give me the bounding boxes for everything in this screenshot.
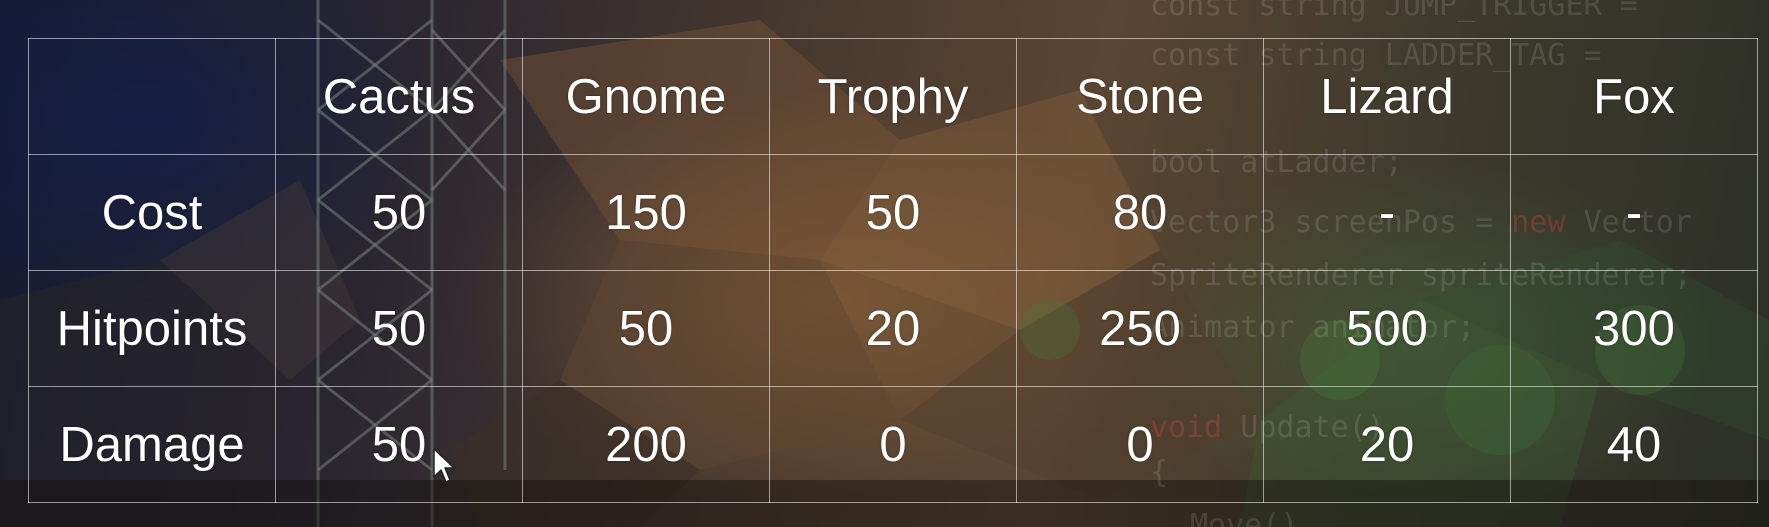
table-cell: 250 [1016, 270, 1264, 387]
table-cell: 0 [1016, 386, 1264, 503]
table-cell: 20 [1263, 386, 1511, 503]
table-cell: 50 [275, 270, 523, 387]
table-corner-cell [28, 38, 276, 155]
background-code-line: Move() [1190, 508, 1299, 527]
column-header-trophy: Trophy [769, 38, 1017, 155]
column-header-gnome: Gnome [522, 38, 770, 155]
table-row-damage: Damage 50 200 0 0 20 40 [28, 386, 1758, 503]
table-cell: 50 [769, 154, 1017, 271]
table-cell: 80 [1016, 154, 1264, 271]
mouse-pointer-icon [433, 448, 455, 483]
column-header-cactus: Cactus [275, 38, 523, 155]
table-header-row: Cactus Gnome Trophy Stone Lizard Fox [28, 38, 1758, 155]
row-label-cost: Cost [28, 154, 276, 271]
table-cell: 200 [522, 386, 770, 503]
table-cell: 150 [522, 154, 770, 271]
table-cell: 50 [522, 270, 770, 387]
table-cell: - [1263, 154, 1511, 271]
table-cell: 40 [1510, 386, 1758, 503]
column-header-stone: Stone [1016, 38, 1264, 155]
table-cell: 20 [769, 270, 1017, 387]
row-label-damage: Damage [28, 386, 276, 503]
slide-scene: const string JUMP_TRIGGER = const string… [0, 0, 1769, 527]
table-cell: 0 [769, 386, 1017, 503]
table-cell: 500 [1263, 270, 1511, 387]
table-row-hitpoints: Hitpoints 50 50 20 250 500 300 [28, 270, 1758, 387]
table-row-cost: Cost 50 150 50 80 - - [28, 154, 1758, 271]
stats-table: Cactus Gnome Trophy Stone Lizard Fox Cos… [28, 38, 1758, 503]
table-cell: 300 [1510, 270, 1758, 387]
column-header-fox: Fox [1510, 38, 1758, 155]
table-cell: - [1510, 154, 1758, 271]
table-cell: 50 [275, 154, 523, 271]
row-label-hitpoints: Hitpoints [28, 270, 276, 387]
table-cell: 50 [275, 386, 523, 503]
background-code-line: const string JUMP_TRIGGER = [1150, 0, 1638, 23]
column-header-lizard: Lizard [1263, 38, 1511, 155]
